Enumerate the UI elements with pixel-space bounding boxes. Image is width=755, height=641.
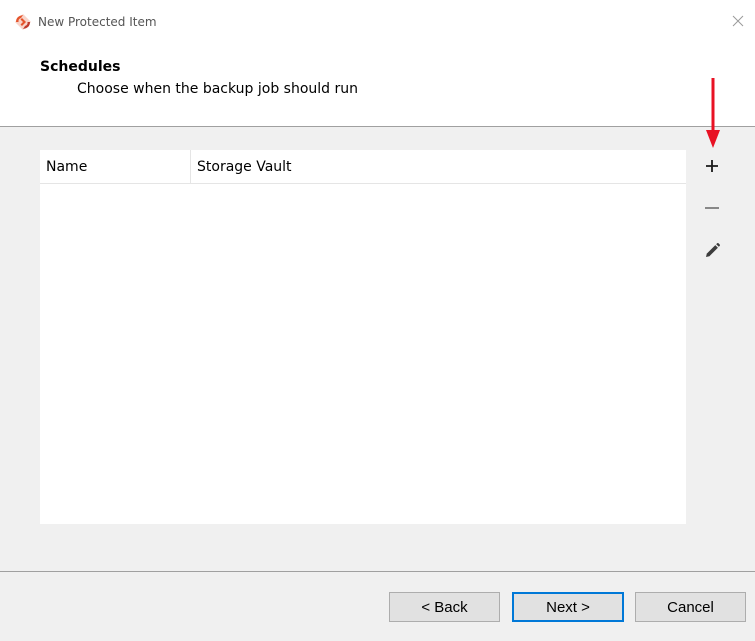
minus-icon: [705, 207, 719, 209]
page-subtitle: Choose when the backup job should run: [77, 81, 358, 97]
dialog-window: New Protected Item Schedules Choose when…: [0, 0, 755, 641]
table-header: Name Storage Vault: [40, 150, 686, 184]
app-logo-icon: [15, 14, 31, 30]
add-schedule-button[interactable]: [699, 153, 725, 179]
pencil-icon: [706, 243, 720, 257]
annotation-arrow-icon: [706, 78, 720, 148]
close-icon: [732, 15, 744, 27]
edit-schedule-button[interactable]: [699, 238, 725, 264]
remove-schedule-button[interactable]: [699, 195, 725, 221]
column-header-name[interactable]: Name: [46, 158, 87, 176]
title-bar: New Protected Item: [0, 0, 755, 42]
table-body[interactable]: [40, 184, 686, 524]
column-header-storage-vault[interactable]: Storage Vault: [197, 158, 292, 176]
page-title: Schedules: [40, 59, 121, 75]
back-button[interactable]: < Back: [389, 592, 500, 622]
window-title: New Protected Item: [38, 15, 157, 29]
footer-divider: [0, 571, 755, 572]
close-button[interactable]: [725, 8, 751, 34]
schedules-table[interactable]: Name Storage Vault: [40, 150, 686, 524]
cancel-button[interactable]: Cancel: [635, 592, 746, 622]
plus-icon: [706, 160, 718, 172]
column-divider[interactable]: [190, 150, 191, 183]
next-button[interactable]: Next >: [512, 592, 624, 622]
header-panel: Schedules Choose when the backup job sho…: [0, 42, 755, 127]
